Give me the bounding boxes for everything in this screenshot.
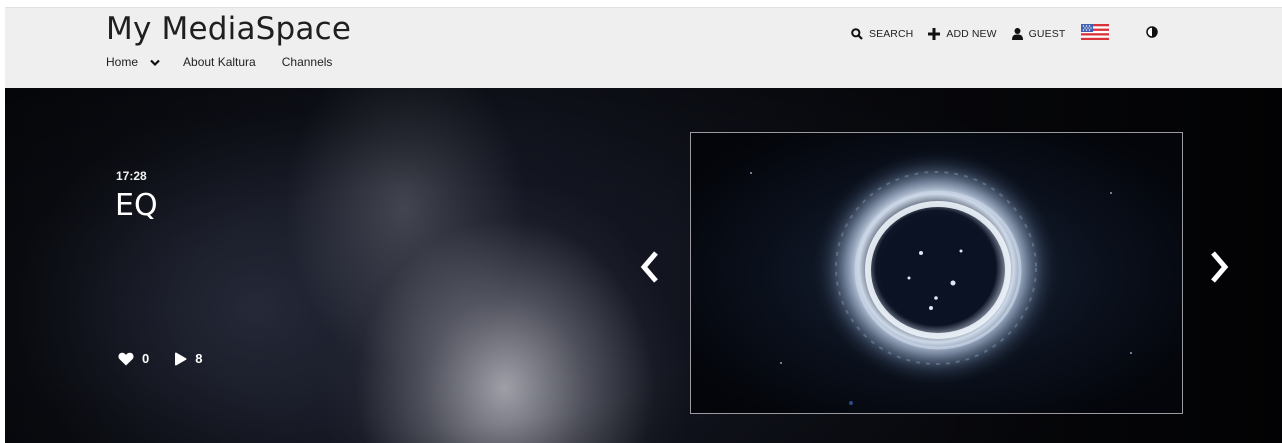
entry-title[interactable]: EQ bbox=[115, 188, 158, 223]
hero-carousel: 17:28 EQ 0 8 bbox=[5, 88, 1282, 443]
likes-stat: 0 bbox=[118, 351, 149, 366]
guest-label: GUEST bbox=[1028, 28, 1066, 40]
main-nav: Home About Kaltura Channels bbox=[106, 54, 358, 90]
site-header: My MediaSpace Home About Kaltura Channel… bbox=[5, 7, 1282, 90]
add-new-label: ADD NEW bbox=[946, 28, 997, 40]
nav-item-home[interactable]: Home bbox=[106, 54, 163, 89]
add-new-button[interactable]: ADD NEW bbox=[928, 28, 997, 40]
nav-item-about[interactable]: About Kaltura bbox=[183, 54, 256, 88]
site-title[interactable]: My MediaSpace bbox=[106, 11, 351, 47]
entry-duration: 17:28 bbox=[116, 169, 147, 183]
chevron-left-icon[interactable] bbox=[639, 250, 661, 289]
entry-stats: 0 8 bbox=[118, 351, 226, 366]
plays-count: 8 bbox=[195, 351, 203, 366]
play-icon bbox=[175, 352, 187, 365]
plays-stat: 8 bbox=[173, 351, 202, 366]
contrast-icon[interactable] bbox=[1146, 25, 1159, 43]
us-flag-icon[interactable] bbox=[1081, 23, 1110, 45]
guest-button[interactable]: GUEST bbox=[1011, 28, 1066, 40]
nav-item-channels[interactable]: Channels bbox=[282, 54, 333, 88]
search-icon bbox=[851, 28, 863, 40]
nav-about-label: About Kaltura bbox=[183, 55, 256, 69]
chevron-down-icon[interactable] bbox=[150, 56, 160, 70]
chevron-right-icon[interactable] bbox=[1208, 250, 1230, 289]
plus-icon bbox=[928, 28, 941, 40]
header-actions: SEARCH ADD NEW GUEST bbox=[851, 23, 1159, 45]
nav-channels-label: Channels bbox=[281, 55, 333, 69]
entry-thumbnail[interactable] bbox=[690, 132, 1183, 414]
search-label: SEARCH bbox=[869, 28, 914, 40]
search-button[interactable]: SEARCH bbox=[851, 28, 913, 40]
nav-home-label: Home bbox=[106, 55, 139, 69]
likes-count: 0 bbox=[142, 351, 150, 366]
user-icon bbox=[1011, 28, 1023, 40]
heart-icon bbox=[118, 352, 134, 365]
